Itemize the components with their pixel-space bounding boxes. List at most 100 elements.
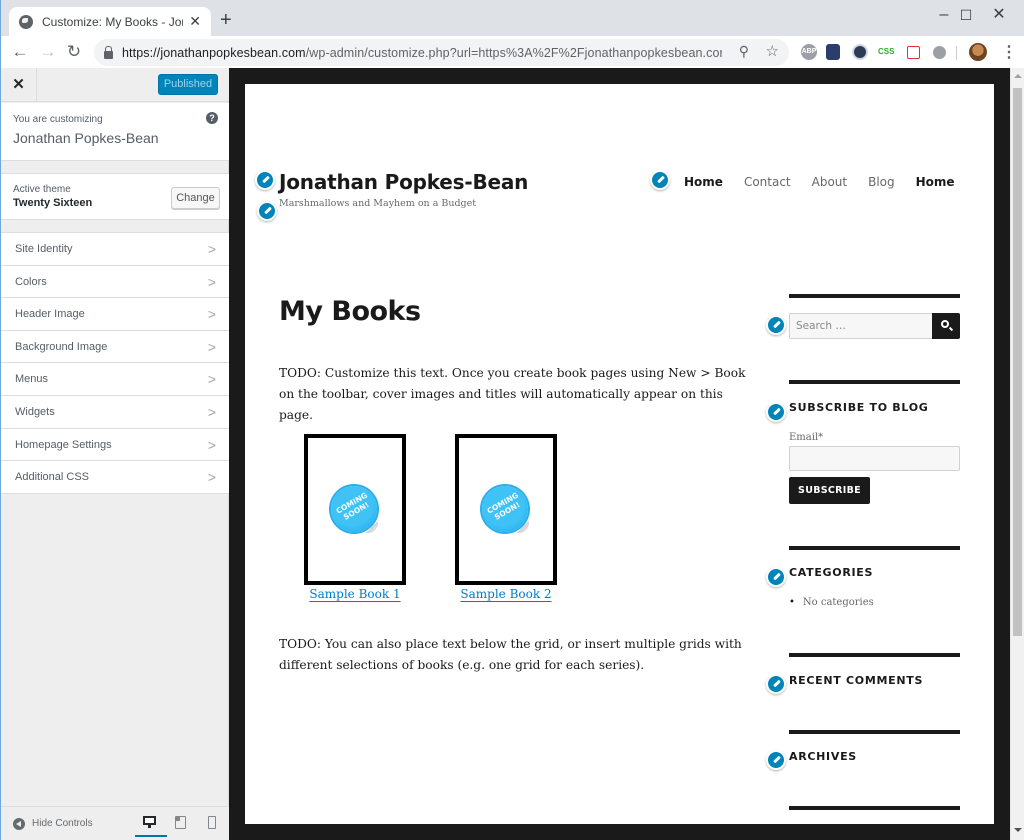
- active-theme-label: Active theme: [13, 184, 71, 195]
- css-extension-icon[interactable]: CSS: [878, 44, 894, 60]
- back-button[interactable]: ←: [9, 41, 31, 63]
- url-text[interactable]: https://jonathanpopkesbean.com/wp-admin/…: [122, 46, 722, 60]
- close-tab-icon[interactable]: ✕: [189, 13, 201, 30]
- site-title[interactable]: Jonathan Popkes-Bean: [279, 170, 528, 194]
- section-label: Additional CSS: [15, 471, 89, 484]
- chevron-right-icon: >: [207, 306, 216, 323]
- badge-text: COMING SOON!: [485, 490, 522, 522]
- section-label: Background Image: [15, 340, 108, 353]
- section-menus[interactable]: Menus >: [1, 363, 229, 396]
- calendar-extension-icon[interactable]: [907, 46, 920, 59]
- menu-item-home[interactable]: Home: [684, 175, 723, 189]
- zoom-icon[interactable]: ⚲: [739, 43, 749, 60]
- adblock-icon[interactable]: ABP: [801, 44, 817, 60]
- address-bar[interactable]: https://jonathanpopkesbean.com/wp-admin/…: [94, 39, 789, 66]
- widget-divider: [789, 730, 960, 734]
- lock-extension-icon[interactable]: [852, 44, 868, 60]
- site-page: Jonathan Popkes-Bean Marshmallows and Ma…: [245, 84, 994, 824]
- book-cover[interactable]: COMING SOON!: [455, 434, 557, 585]
- book-cover[interactable]: COMING SOON!: [304, 434, 406, 585]
- bookmark-star-icon[interactable]: ☆: [766, 42, 779, 60]
- theme-name: Twenty Sixteen: [13, 197, 93, 209]
- coming-soon-badge-icon: COMING SOON!: [482, 486, 529, 533]
- menu-kebab-icon[interactable]: ⋮: [1001, 42, 1017, 62]
- categories-empty-item: No categories: [789, 597, 874, 608]
- menu-item-blog[interactable]: Blog: [868, 175, 895, 189]
- chevron-right-icon: >: [207, 403, 216, 420]
- customizing-site-name: Jonathan Popkes-Bean: [13, 130, 159, 146]
- extension-icon[interactable]: [826, 44, 840, 60]
- section-label: Colors: [15, 275, 47, 288]
- customizer-footer: Hide Controls: [1, 806, 229, 840]
- customizer-sections: Site Identity > Colors > Header Image > Bac…: [1, 232, 229, 494]
- widget-divider: [789, 380, 960, 384]
- section-homepage-settings[interactable]: Homepage Settings >: [1, 429, 229, 462]
- scroll-up-arrow-icon[interactable]: [1014, 74, 1022, 78]
- change-theme-button[interactable]: Change: [171, 187, 220, 209]
- customizer-info: You are customizing Jonathan Popkes-Bean…: [1, 103, 229, 161]
- tab-title: Customize: My Books - Jonathan Popkes-Be…: [42, 14, 183, 29]
- edit-menu-pencil-icon[interactable]: [650, 170, 670, 190]
- desktop-preview-icon[interactable]: [135, 816, 167, 837]
- url-host: https://jonathanpopkesbean.com: [122, 45, 306, 60]
- scroll-down-arrow-icon[interactable]: [1014, 828, 1022, 832]
- publish-button[interactable]: Published: [158, 74, 218, 95]
- tablet-preview-icon[interactable]: [175, 816, 186, 829]
- edit-search-widget-pencil-icon[interactable]: [766, 315, 786, 335]
- section-widgets[interactable]: Widgets >: [1, 396, 229, 429]
- help-icon[interactable]: ?: [206, 112, 218, 124]
- section-colors[interactable]: Colors >: [1, 266, 229, 299]
- edit-categories-widget-pencil-icon[interactable]: [766, 567, 786, 587]
- hide-controls-icon[interactable]: [13, 818, 25, 830]
- section-label: Header Image: [15, 308, 85, 321]
- section-label: Homepage Settings: [15, 438, 112, 451]
- browser-window: Customize: My Books - Jonathan Popkes-Be…: [0, 0, 1024, 840]
- menu-item-home-2[interactable]: Home: [916, 175, 955, 189]
- archives-widget-title: ARCHIVES: [789, 750, 857, 763]
- reload-button[interactable]: ↻: [63, 41, 85, 63]
- chevron-right-icon: >: [207, 241, 216, 257]
- mobile-preview-icon[interactable]: [208, 816, 216, 829]
- scrollbar-thumb[interactable]: [1013, 88, 1022, 636]
- customizer-sidebar: ✕ Published You are customizing Jonathan…: [1, 68, 229, 840]
- site-tagline: Marshmallows and Mayhem on a Budget: [279, 198, 477, 209]
- hide-controls-button[interactable]: Hide Controls: [32, 818, 93, 829]
- section-additional-css[interactable]: Additional CSS >: [1, 461, 229, 494]
- close-window-button[interactable]: ✕: [976, 3, 1022, 27]
- site-preview-frame: Jonathan Popkes-Bean Marshmallows and Ma…: [229, 68, 1010, 840]
- globe-icon: [19, 14, 33, 29]
- book-title-link[interactable]: Sample Book 2: [455, 587, 557, 601]
- tab-strip: Customize: My Books - Jonathan Popkes-Be…: [1, 0, 1024, 36]
- edit-recent-comments-pencil-icon[interactable]: [766, 674, 786, 694]
- new-tab-button[interactable]: +: [220, 8, 232, 32]
- chevron-right-icon: >: [207, 371, 216, 388]
- profile-avatar[interactable]: [969, 43, 987, 61]
- email-field[interactable]: [789, 446, 960, 471]
- book-item[interactable]: COMING SOON! Sample Book 2: [455, 434, 557, 601]
- edit-subscribe-widget-pencil-icon[interactable]: [766, 402, 786, 422]
- section-header-image[interactable]: Header Image >: [1, 298, 229, 331]
- menu-item-about[interactable]: About: [812, 175, 847, 189]
- preview-scrollbar[interactable]: [1010, 68, 1024, 840]
- edit-site-title-pencil-icon[interactable]: [255, 170, 275, 190]
- speech-bubble-extension-icon[interactable]: [933, 46, 946, 59]
- edit-tagline-pencil-icon[interactable]: [257, 201, 277, 221]
- customizer-header: ✕ Published: [1, 68, 229, 102]
- forward-button[interactable]: →: [37, 41, 59, 63]
- badge-text: COMING SOON!: [334, 490, 371, 522]
- intro-paragraph: TODO: Customize this text. Once you crea…: [279, 366, 746, 422]
- section-site-identity[interactable]: Site Identity >: [1, 233, 229, 266]
- widget-divider: [789, 546, 960, 550]
- menu-item-contact[interactable]: Contact: [744, 175, 791, 189]
- search-input[interactable]: [789, 313, 933, 339]
- close-customizer-button[interactable]: ✕: [1, 68, 37, 102]
- subscribe-button[interactable]: SUBSCRIBE: [789, 477, 870, 504]
- book-item[interactable]: COMING SOON! Sample Book 1: [304, 434, 406, 601]
- widget-divider: [789, 294, 960, 298]
- search-button[interactable]: [932, 313, 960, 339]
- section-background-image[interactable]: Background Image >: [1, 331, 229, 364]
- edit-archives-widget-pencil-icon[interactable]: [766, 750, 786, 770]
- book-title-link[interactable]: Sample Book 1: [304, 587, 406, 601]
- browser-tab[interactable]: Customize: My Books - Jonathan Popkes-Be…: [9, 7, 211, 36]
- customizing-label: You are customizing: [13, 114, 103, 125]
